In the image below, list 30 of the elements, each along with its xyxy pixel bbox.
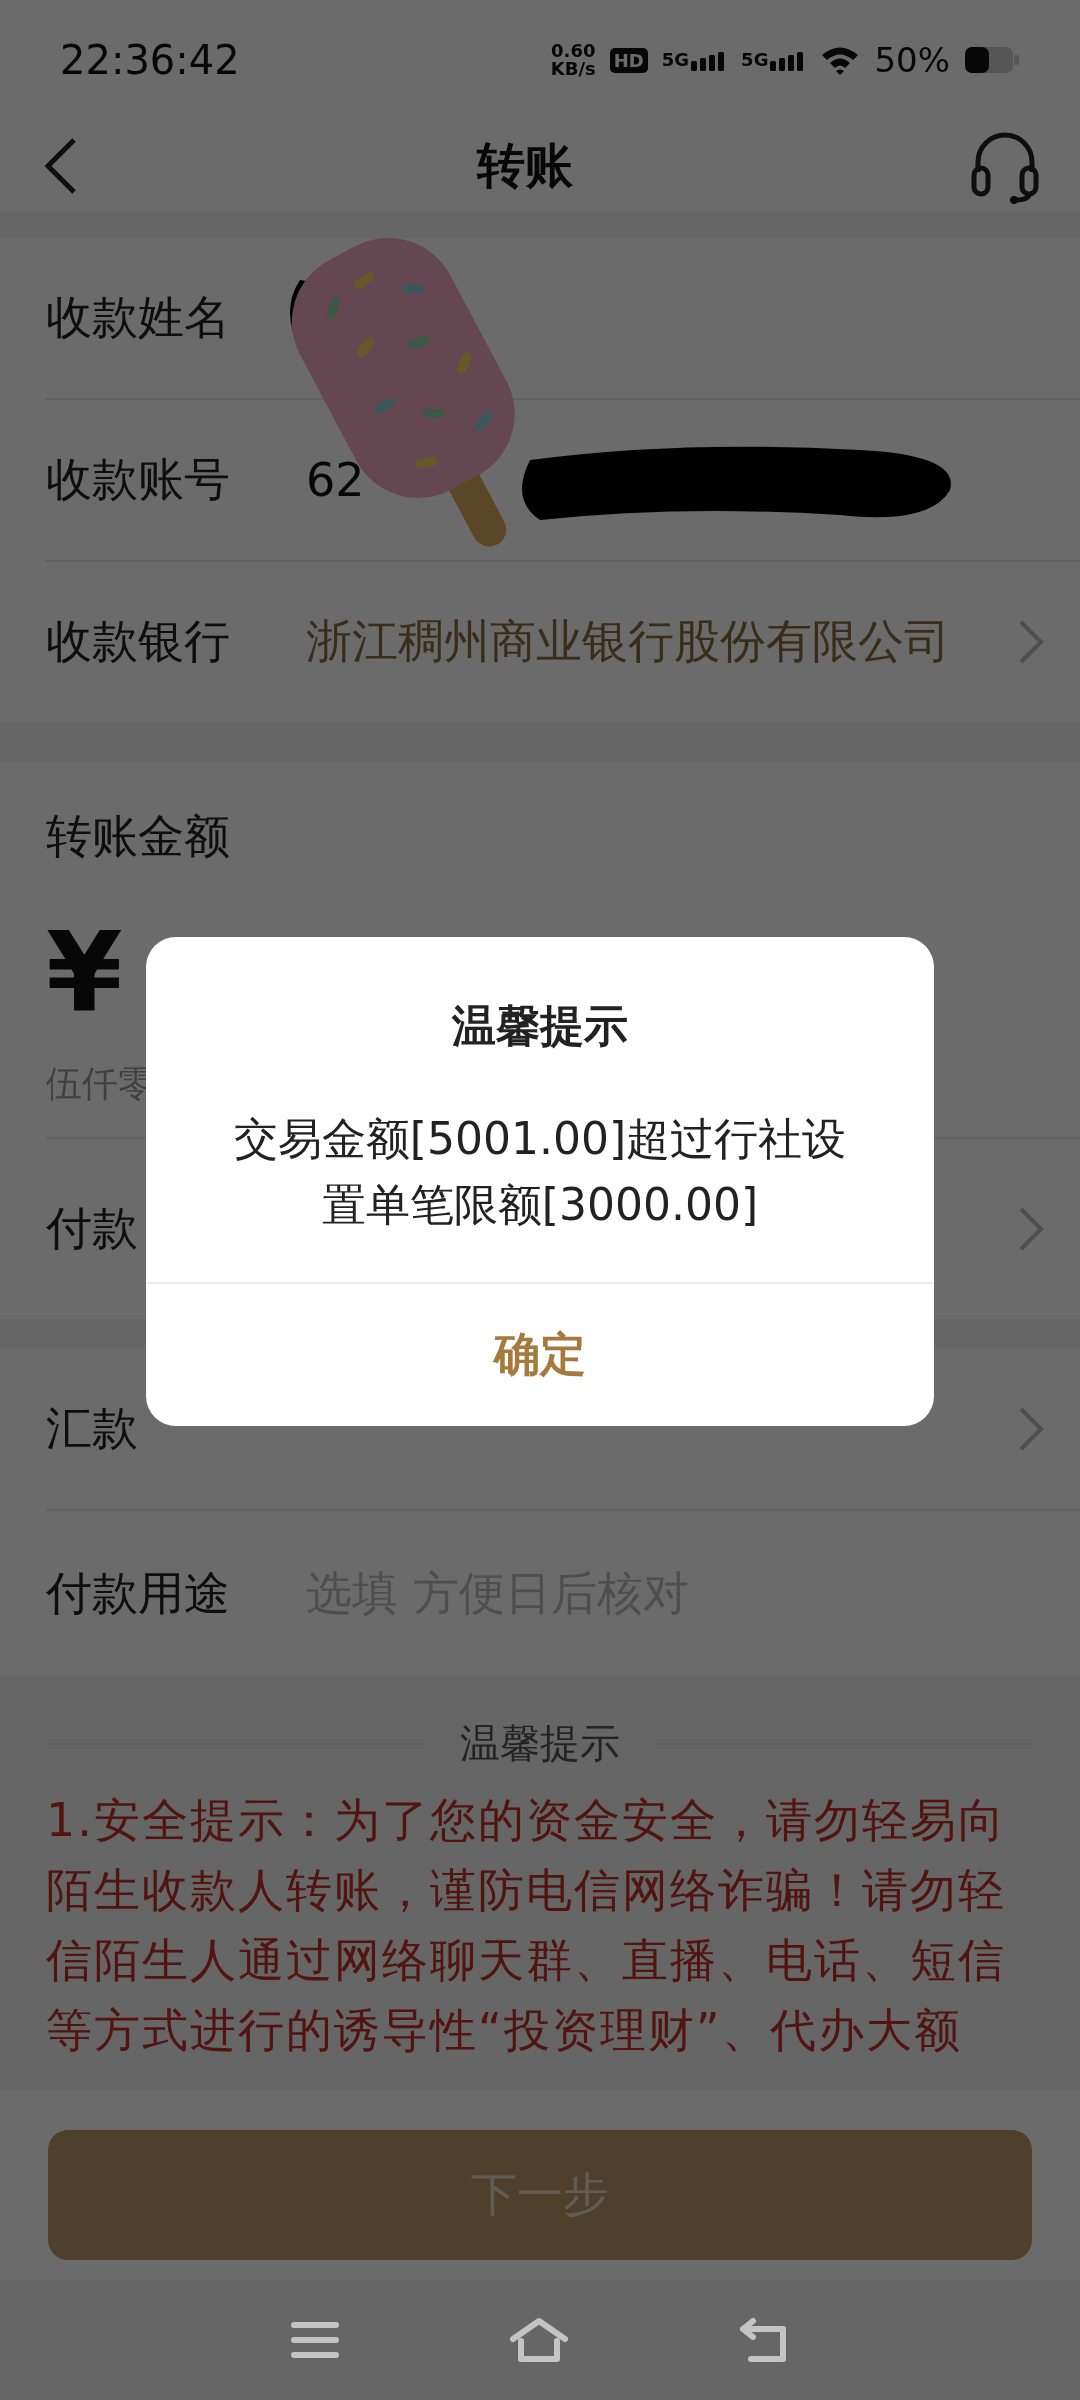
network-speed: 0.60 <box>551 42 596 60</box>
chevron-right-icon <box>1018 1406 1044 1452</box>
method-label: 汇款 <box>46 1400 139 1457</box>
field-label: 收款银行 <box>46 613 231 670</box>
battery-icon <box>964 45 1020 75</box>
chevron-right-icon <box>1018 619 1044 665</box>
chevron-right-icon <box>1018 1206 1044 1252</box>
bank-value[interactable]: 浙江稠州商业银行股份有限公司 <box>306 611 1018 673</box>
speed-unit: KB/s <box>550 60 596 78</box>
dialog-title: 温馨提示 <box>452 999 628 1053</box>
back-nav-icon[interactable] <box>739 2317 789 2363</box>
currency-sign: ¥ <box>46 908 123 1036</box>
purpose-label: 付款用途 <box>46 1564 231 1622</box>
hd-badge: HD <box>609 47 648 73</box>
safety-notice: 1.安全提示：为了您的资金安全，请勿轻易向陌生收款人转账，谨防电信网络诈骗！请勿轻信陌生人通过网络聊天群、直播、电话、短信等方式进行的诱导性“投资理财”、代办大额 <box>46 1792 1007 2059</box>
battery-percent: 50% <box>874 40 950 80</box>
confirm-button[interactable]: 确定 <box>146 1282 934 1426</box>
home-icon[interactable] <box>509 2317 569 2363</box>
network-label: 5G <box>661 49 690 70</box>
menu-icon[interactable] <box>291 2321 339 2359</box>
dialog-message: 交易金额[5001.00]超过行社设置单笔限额[3000.00] <box>232 1112 848 1232</box>
account-value: 62 <box>306 453 366 507</box>
payer-label: 付款 <box>46 1200 139 1257</box>
page-title: 转账 <box>477 136 573 195</box>
amount-label: 转账金额 <box>46 808 231 865</box>
network-label: 5G <box>741 49 769 70</box>
status-time: 22:36:42 <box>60 37 240 83</box>
field-label: 收款姓名 <box>46 289 231 346</box>
field-label: 收款账号 <box>46 451 231 508</box>
tips-title: 温馨提示 <box>460 1719 620 1768</box>
